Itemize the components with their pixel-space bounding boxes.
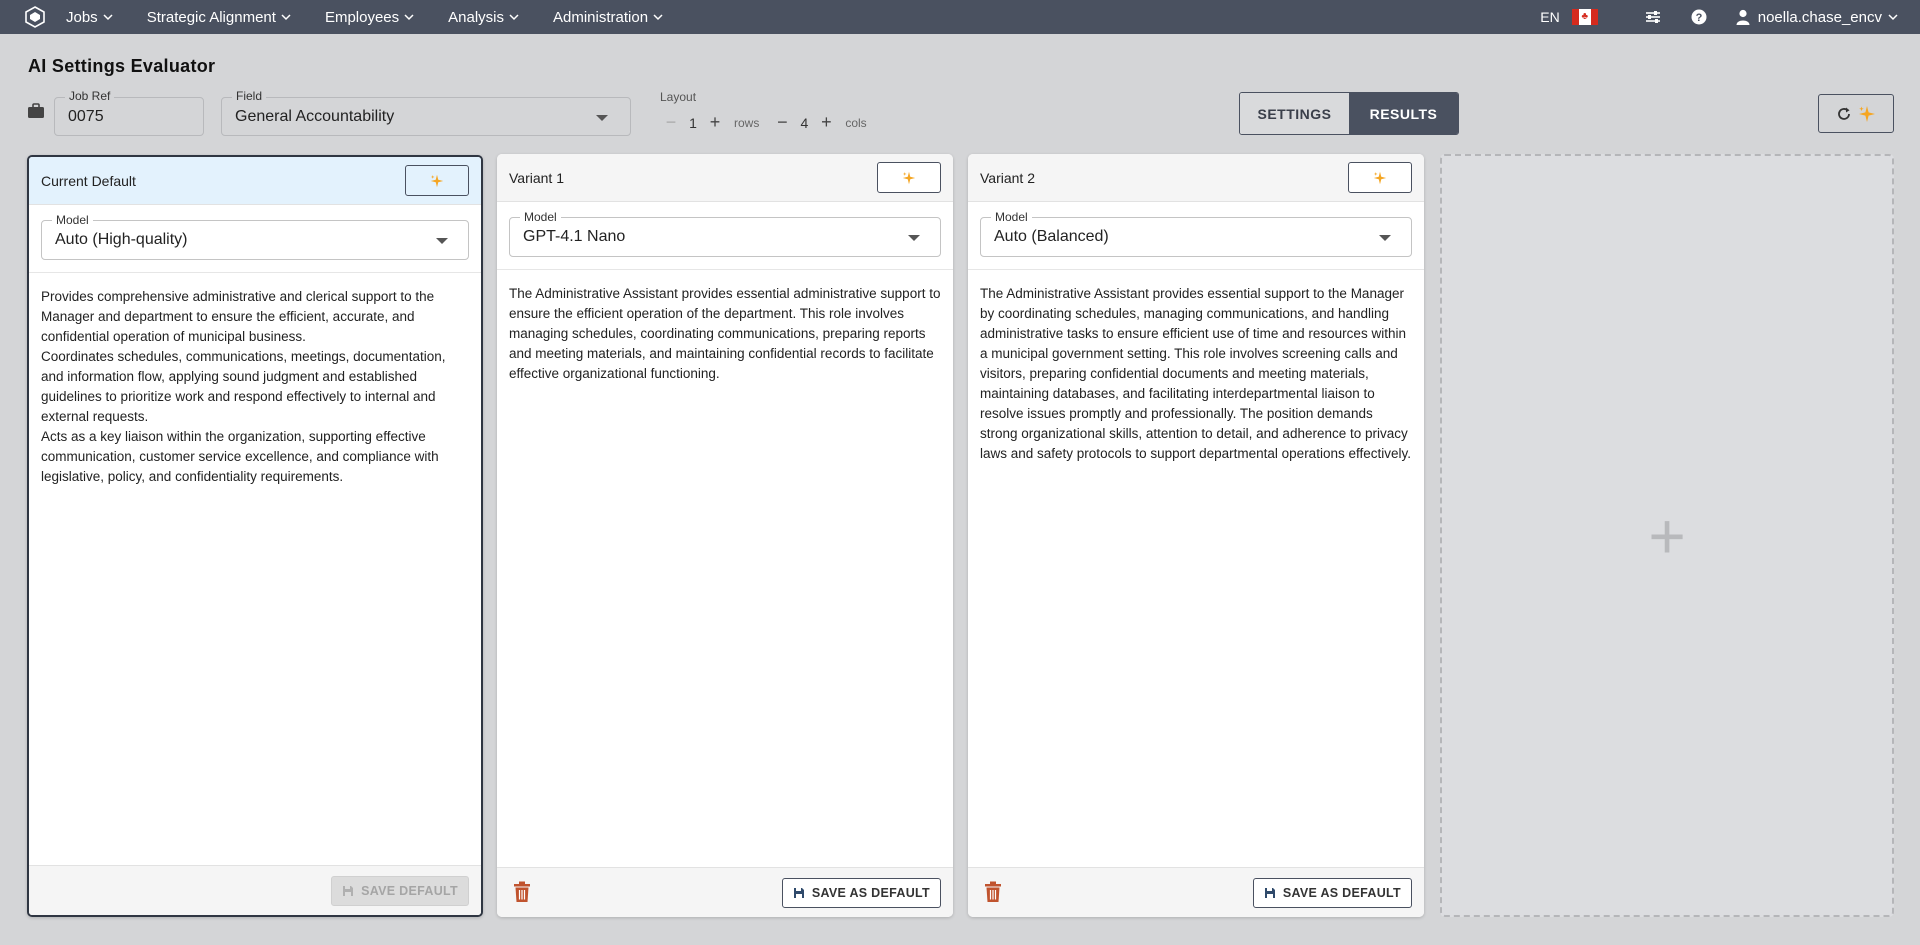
sparkle-icon: [1373, 171, 1387, 184]
model-value: GPT-4.1 Nano: [523, 228, 626, 245]
app-logo-icon[interactable]: [24, 6, 46, 28]
nav-analysis[interactable]: Analysis: [448, 9, 519, 26]
cols-increment-button[interactable]: +: [817, 112, 835, 133]
card-result-text: The Administrative Assistant provides es…: [509, 286, 941, 381]
card-footer: SAVE AS DEFAULT: [968, 867, 1424, 917]
cols-decrement-button[interactable]: −: [773, 112, 791, 133]
chevron-down-icon: [103, 14, 113, 21]
save-default-button[interactable]: SAVE DEFAULT: [331, 876, 469, 906]
nav-strategic-alignment[interactable]: Strategic Alignment: [147, 9, 291, 26]
floppy-disk-icon: [343, 886, 354, 896]
sparkle-icon: [1859, 105, 1875, 122]
card-variant-2: Variant 2 Model Auto (Balanced) The Admi…: [968, 154, 1424, 917]
model-label: Model: [52, 213, 93, 227]
job-ref-label: Job Ref: [65, 89, 115, 103]
canada-flag-icon[interactable]: ♣: [1571, 9, 1598, 25]
card-footer: SAVE AS DEFAULT: [497, 867, 953, 917]
nav-administration[interactable]: Administration: [553, 9, 663, 26]
tab-settings[interactable]: SETTINGS: [1240, 93, 1349, 134]
model-value: Auto (High-quality): [55, 231, 188, 248]
model-select[interactable]: Model GPT-4.1 Nano: [509, 210, 941, 257]
model-label: Model: [520, 210, 561, 224]
card-title: Variant 1: [509, 170, 564, 186]
card-header: Current Default: [29, 157, 481, 205]
help-icon[interactable]: ?: [1690, 8, 1708, 26]
field-label: Field: [232, 89, 267, 103]
card-current-default: Current Default Model Auto (High-quality…: [27, 155, 483, 917]
add-variant-card[interactable]: +: [1440, 154, 1894, 917]
dropdown-caret-icon: [436, 238, 448, 244]
nav-employees[interactable]: Employees: [325, 9, 414, 26]
cols-value: 4: [800, 114, 809, 131]
cols-unit: cols: [845, 115, 867, 130]
refresh-icon: [1838, 107, 1850, 120]
card-result-text: Provides comprehensive administrative an…: [41, 289, 446, 484]
generate-button[interactable]: [1348, 162, 1412, 193]
save-as-default-button[interactable]: SAVE AS DEFAULT: [1252, 878, 1412, 908]
field-select[interactable]: Field General Accountability: [221, 89, 631, 136]
card-footer: SAVE DEFAULT: [29, 865, 481, 915]
rows-decrement-button[interactable]: −: [662, 112, 680, 133]
model-value: Auto (Balanced): [994, 228, 1109, 245]
language-selector[interactable]: EN: [1540, 9, 1559, 25]
card-title: Current Default: [41, 173, 136, 189]
trash-icon[interactable]: [513, 881, 531, 903]
card-variant-1: Variant 1 Model GPT-4.1 Nano The Adminis…: [497, 154, 953, 917]
trash-icon[interactable]: [984, 881, 1002, 903]
rows-value: 1: [689, 114, 697, 131]
generate-button[interactable]: [877, 162, 941, 193]
chevron-down-icon: [653, 14, 663, 21]
field-value: General Accountability: [235, 108, 395, 125]
rows-increment-button[interactable]: +: [706, 112, 724, 133]
job-ref-field[interactable]: Job Ref 0075: [54, 89, 204, 136]
sparkle-icon: [902, 171, 916, 184]
save-as-default-button[interactable]: SAVE AS DEFAULT: [781, 878, 941, 908]
nav-jobs[interactable]: Jobs: [66, 9, 113, 26]
username: noella.chase_encv: [1757, 8, 1882, 26]
regenerate-all-button[interactable]: [1818, 94, 1894, 133]
tab-results[interactable]: RESULTS: [1349, 93, 1458, 134]
model-label: Model: [991, 210, 1032, 224]
plus-icon: +: [1648, 499, 1686, 572]
svg-text:?: ?: [1695, 12, 1702, 24]
card-result-text: The Administrative Assistant provides es…: [980, 286, 1411, 461]
floppy-disk-icon: [793, 888, 804, 898]
card-title: Variant 2: [980, 170, 1035, 186]
user-menu[interactable]: noella.chase_encv: [1736, 9, 1898, 26]
model-select[interactable]: Model Auto (Balanced): [980, 210, 1412, 257]
dropdown-caret-icon: [1379, 235, 1391, 241]
top-nav-bar: Jobs Strategic Alignment Employees Analy…: [0, 0, 1920, 34]
sparkle-icon: [430, 174, 444, 187]
page-title: AI Settings Evaluator: [28, 56, 216, 76]
dropdown-caret-icon: [596, 115, 608, 121]
view-toggle: SETTINGS RESULTS: [1239, 92, 1459, 135]
floppy-disk-icon: [1264, 888, 1275, 898]
user-icon: [1736, 9, 1750, 25]
card-header: Variant 1: [497, 154, 953, 202]
sliders-icon[interactable]: [1644, 8, 1662, 26]
job-ref-value: 0075: [68, 108, 104, 125]
card-header: Variant 2: [968, 154, 1424, 202]
rows-unit: rows: [734, 115, 760, 130]
chevron-down-icon: [509, 14, 519, 21]
layout-label: Layout: [660, 90, 697, 104]
layout-control: Layout − 1 + rows − 4 + cols: [648, 88, 880, 134]
chevron-down-icon: [1888, 14, 1898, 21]
briefcase-icon: [28, 103, 44, 118]
generate-button[interactable]: [405, 165, 469, 196]
model-select[interactable]: Model Auto (High-quality): [41, 213, 469, 260]
chevron-down-icon: [281, 14, 291, 21]
chevron-down-icon: [404, 14, 414, 21]
dropdown-caret-icon: [908, 235, 920, 241]
